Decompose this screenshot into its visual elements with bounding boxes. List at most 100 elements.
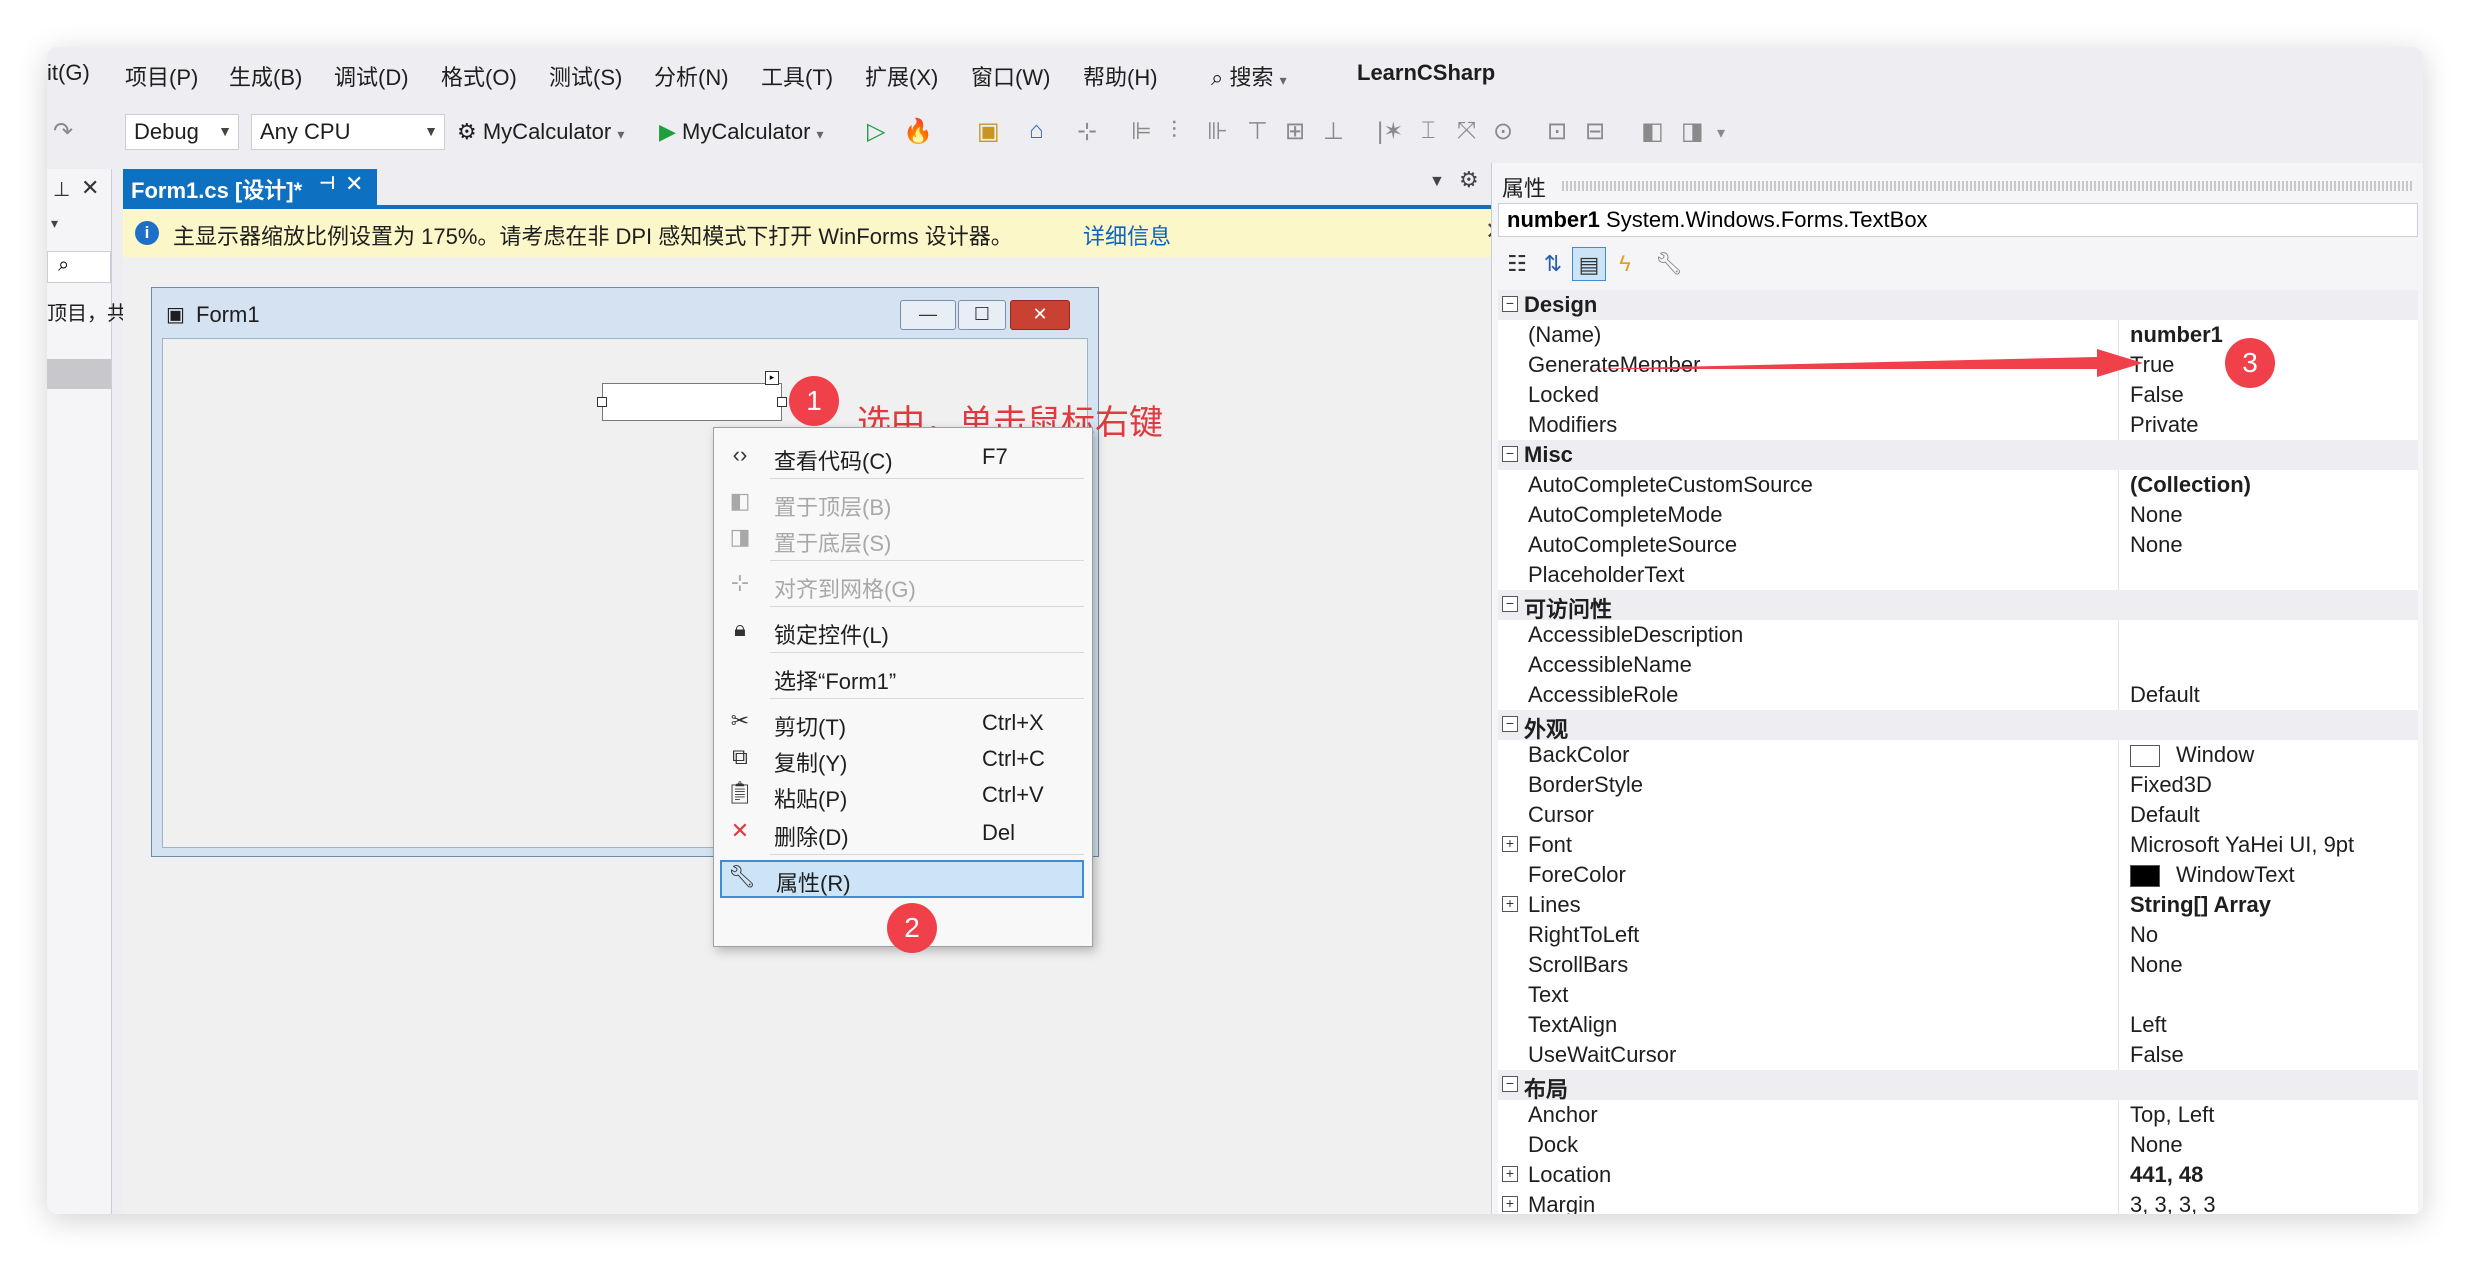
start-without-debug-icon[interactable]: ▷ bbox=[867, 117, 885, 146]
property-row[interactable]: RightToLeft No bbox=[1498, 920, 2418, 950]
pin-icon[interactable]: ⊥ bbox=[53, 177, 70, 202]
property-category[interactable]: − 外观 bbox=[1498, 710, 2418, 742]
collapse-icon[interactable]: − bbox=[1502, 596, 1518, 612]
menu-analyze[interactable]: 分析(N) bbox=[654, 60, 729, 92]
menu-project[interactable]: 项目(P) bbox=[125, 60, 198, 92]
menu-item-bring-to-front[interactable]: ◧ 置于顶层(B) bbox=[714, 486, 1092, 520]
property-category[interactable]: − 布局 bbox=[1498, 1070, 2418, 1102]
menu-test[interactable]: 测试(S) bbox=[549, 60, 622, 92]
property-row[interactable]: + Font Microsoft YaHei UI, 9pt bbox=[1498, 830, 2418, 860]
expand-icon[interactable]: + bbox=[1502, 1196, 1518, 1212]
grid-icon[interactable]: ⊹ bbox=[1077, 117, 1097, 146]
send-back-icon[interactable]: ◨ bbox=[1681, 117, 1704, 146]
expand-icon[interactable]: + bbox=[1502, 836, 1518, 852]
collapse-icon[interactable]: − bbox=[1502, 716, 1518, 732]
config-combo[interactable]: Debug ▼ bbox=[125, 114, 239, 150]
property-row[interactable]: + Location 441, 48 bbox=[1498, 1160, 2418, 1190]
align-middle-icon[interactable]: ⊞ bbox=[1285, 117, 1305, 146]
menu-help[interactable]: 帮助(H) bbox=[1083, 60, 1158, 92]
gear-icon[interactable]: ⚙ bbox=[1459, 167, 1479, 193]
property-value[interactable]: None bbox=[2130, 1132, 2183, 1158]
menu-item-copy[interactable]: ⧉ 复制(Y) Ctrl+C bbox=[714, 742, 1092, 776]
selected-node[interactable] bbox=[47, 359, 111, 389]
property-row[interactable]: TextAlign Left bbox=[1498, 1010, 2418, 1040]
h-spacing-icon[interactable]: ⊡ bbox=[1547, 117, 1567, 146]
menu-edit[interactable]: it(G) bbox=[47, 60, 90, 86]
property-row[interactable]: ScrollBars None bbox=[1498, 950, 2418, 980]
chevron-down-icon[interactable]: ▾ bbox=[51, 215, 58, 232]
property-row[interactable]: AccessibleName bbox=[1498, 650, 2418, 680]
property-value[interactable]: (Collection) bbox=[2130, 472, 2251, 498]
collapse-icon[interactable]: − bbox=[1502, 1076, 1518, 1092]
property-row[interactable]: Anchor Top, Left bbox=[1498, 1100, 2418, 1130]
property-value[interactable]: number1 bbox=[2130, 322, 2223, 348]
property-row[interactable]: Modifiers Private bbox=[1498, 410, 2418, 440]
menu-item-view-code[interactable]: ‹› 查看代码(C) F7 bbox=[714, 440, 1092, 474]
startup-project-selector[interactable]: ⚙ MyCalculator ▾ bbox=[457, 119, 624, 145]
property-row[interactable]: Dock None bbox=[1498, 1130, 2418, 1160]
pin-icon[interactable]: ⊣ bbox=[319, 173, 335, 194]
minimize-button[interactable]: — bbox=[900, 300, 956, 330]
redo-icon[interactable]: ↷ bbox=[53, 117, 73, 146]
categorized-icon[interactable]: ☷ bbox=[1500, 247, 1534, 281]
menu-item-cut[interactable]: ✂ 剪切(T) Ctrl+X bbox=[714, 706, 1092, 740]
property-row[interactable]: (Name) number1 bbox=[1498, 320, 2418, 350]
menu-item-align-to-grid[interactable]: ⊹ 对齐到网格(G) bbox=[714, 568, 1092, 602]
same-height-icon[interactable]: ⌶ bbox=[1421, 117, 1435, 145]
close-icon[interactable]: ✕ bbox=[81, 175, 99, 201]
menu-item-properties[interactable]: 🔧︎ 属性(R) bbox=[720, 860, 1084, 898]
property-value[interactable]: Default bbox=[2130, 682, 2200, 708]
property-value[interactable]: Left bbox=[2130, 1012, 2167, 1038]
menu-extensions[interactable]: 扩展(X) bbox=[865, 60, 938, 92]
property-row[interactable]: AccessibleRole Default bbox=[1498, 680, 2418, 710]
resize-handle[interactable] bbox=[777, 397, 787, 407]
object-selector[interactable]: number1 System.Windows.Forms.TextBox bbox=[1498, 203, 2418, 237]
property-value[interactable]: None bbox=[2130, 532, 2183, 558]
menu-debug[interactable]: 调试(D) bbox=[334, 60, 409, 92]
collapse-icon[interactable]: − bbox=[1502, 296, 1518, 312]
property-value[interactable]: None bbox=[2130, 952, 2183, 978]
sort-az-icon[interactable]: ⇅ bbox=[1536, 247, 1570, 281]
smart-tag-icon[interactable]: ▸ bbox=[765, 371, 779, 385]
v-spacing-icon[interactable]: ⊟ bbox=[1585, 117, 1605, 146]
property-value[interactable]: 3, 3, 3, 3 bbox=[2130, 1192, 2216, 1214]
menu-item-select-form1[interactable]: 选择“Form1” bbox=[714, 660, 1092, 694]
hot-reload-icon[interactable]: 🔥 bbox=[903, 117, 933, 146]
property-row[interactable]: AutoCompleteCustomSource (Collection) bbox=[1498, 470, 2418, 500]
property-row[interactable]: AccessibleDescription bbox=[1498, 620, 2418, 650]
align-bottom-icon[interactable]: ⊥ bbox=[1323, 117, 1344, 146]
menu-tools[interactable]: 工具(T) bbox=[761, 60, 833, 92]
property-value[interactable]: False bbox=[2130, 1042, 2184, 1068]
property-row[interactable]: AutoCompleteSource None bbox=[1498, 530, 2418, 560]
property-value[interactable]: No bbox=[2130, 922, 2158, 948]
property-row[interactable]: Cursor Default bbox=[1498, 800, 2418, 830]
align-top-icon[interactable]: ⊤ bbox=[1247, 117, 1268, 146]
start-debug-button[interactable]: ▶ MyCalculator ▾ bbox=[659, 119, 824, 145]
folder-icon[interactable]: ▣ bbox=[977, 117, 1000, 146]
close-icon[interactable]: ✕ bbox=[345, 171, 363, 197]
collapse-icon[interactable]: − bbox=[1502, 446, 1518, 462]
property-value[interactable]: WindowText bbox=[2130, 862, 2295, 888]
property-row[interactable]: + Margin 3, 3, 3, 3 bbox=[1498, 1190, 2418, 1214]
expand-icon[interactable]: + bbox=[1502, 896, 1518, 912]
search-box[interactable]: ⌕ bbox=[47, 251, 111, 283]
tab-form1-designer[interactable]: Form1.cs [设计]* ⊣ ✕ bbox=[123, 169, 377, 205]
property-row[interactable]: Text bbox=[1498, 980, 2418, 1010]
bring-front-icon[interactable]: ◧ bbox=[1641, 117, 1664, 146]
menu-item-send-to-back[interactable]: ◨ 置于底层(S) bbox=[714, 522, 1092, 556]
maximize-button[interactable]: ☐ bbox=[958, 300, 1006, 330]
layout-icon[interactable]: ⌂ bbox=[1029, 117, 1044, 145]
platform-combo[interactable]: Any CPU ▼ bbox=[251, 114, 445, 150]
property-value[interactable]: Default bbox=[2130, 802, 2200, 828]
close-button[interactable]: ✕ bbox=[1010, 300, 1070, 330]
wrench-icon[interactable]: 🔧︎ bbox=[1652, 247, 1686, 281]
property-row[interactable]: ForeColor WindowText bbox=[1498, 860, 2418, 890]
property-row[interactable]: + Lines String[] Array bbox=[1498, 890, 2418, 920]
menu-build[interactable]: 生成(B) bbox=[229, 60, 302, 92]
align-right-icon[interactable]: ⊪ bbox=[1207, 117, 1228, 146]
property-value[interactable]: Private bbox=[2130, 412, 2198, 438]
zoom-icon[interactable]: ⊙ bbox=[1493, 117, 1513, 146]
menu-window[interactable]: 窗口(W) bbox=[971, 60, 1050, 92]
property-value[interactable]: 441, 48 bbox=[2130, 1162, 2203, 1188]
details-link[interactable]: 详细信息 bbox=[1083, 219, 1171, 251]
